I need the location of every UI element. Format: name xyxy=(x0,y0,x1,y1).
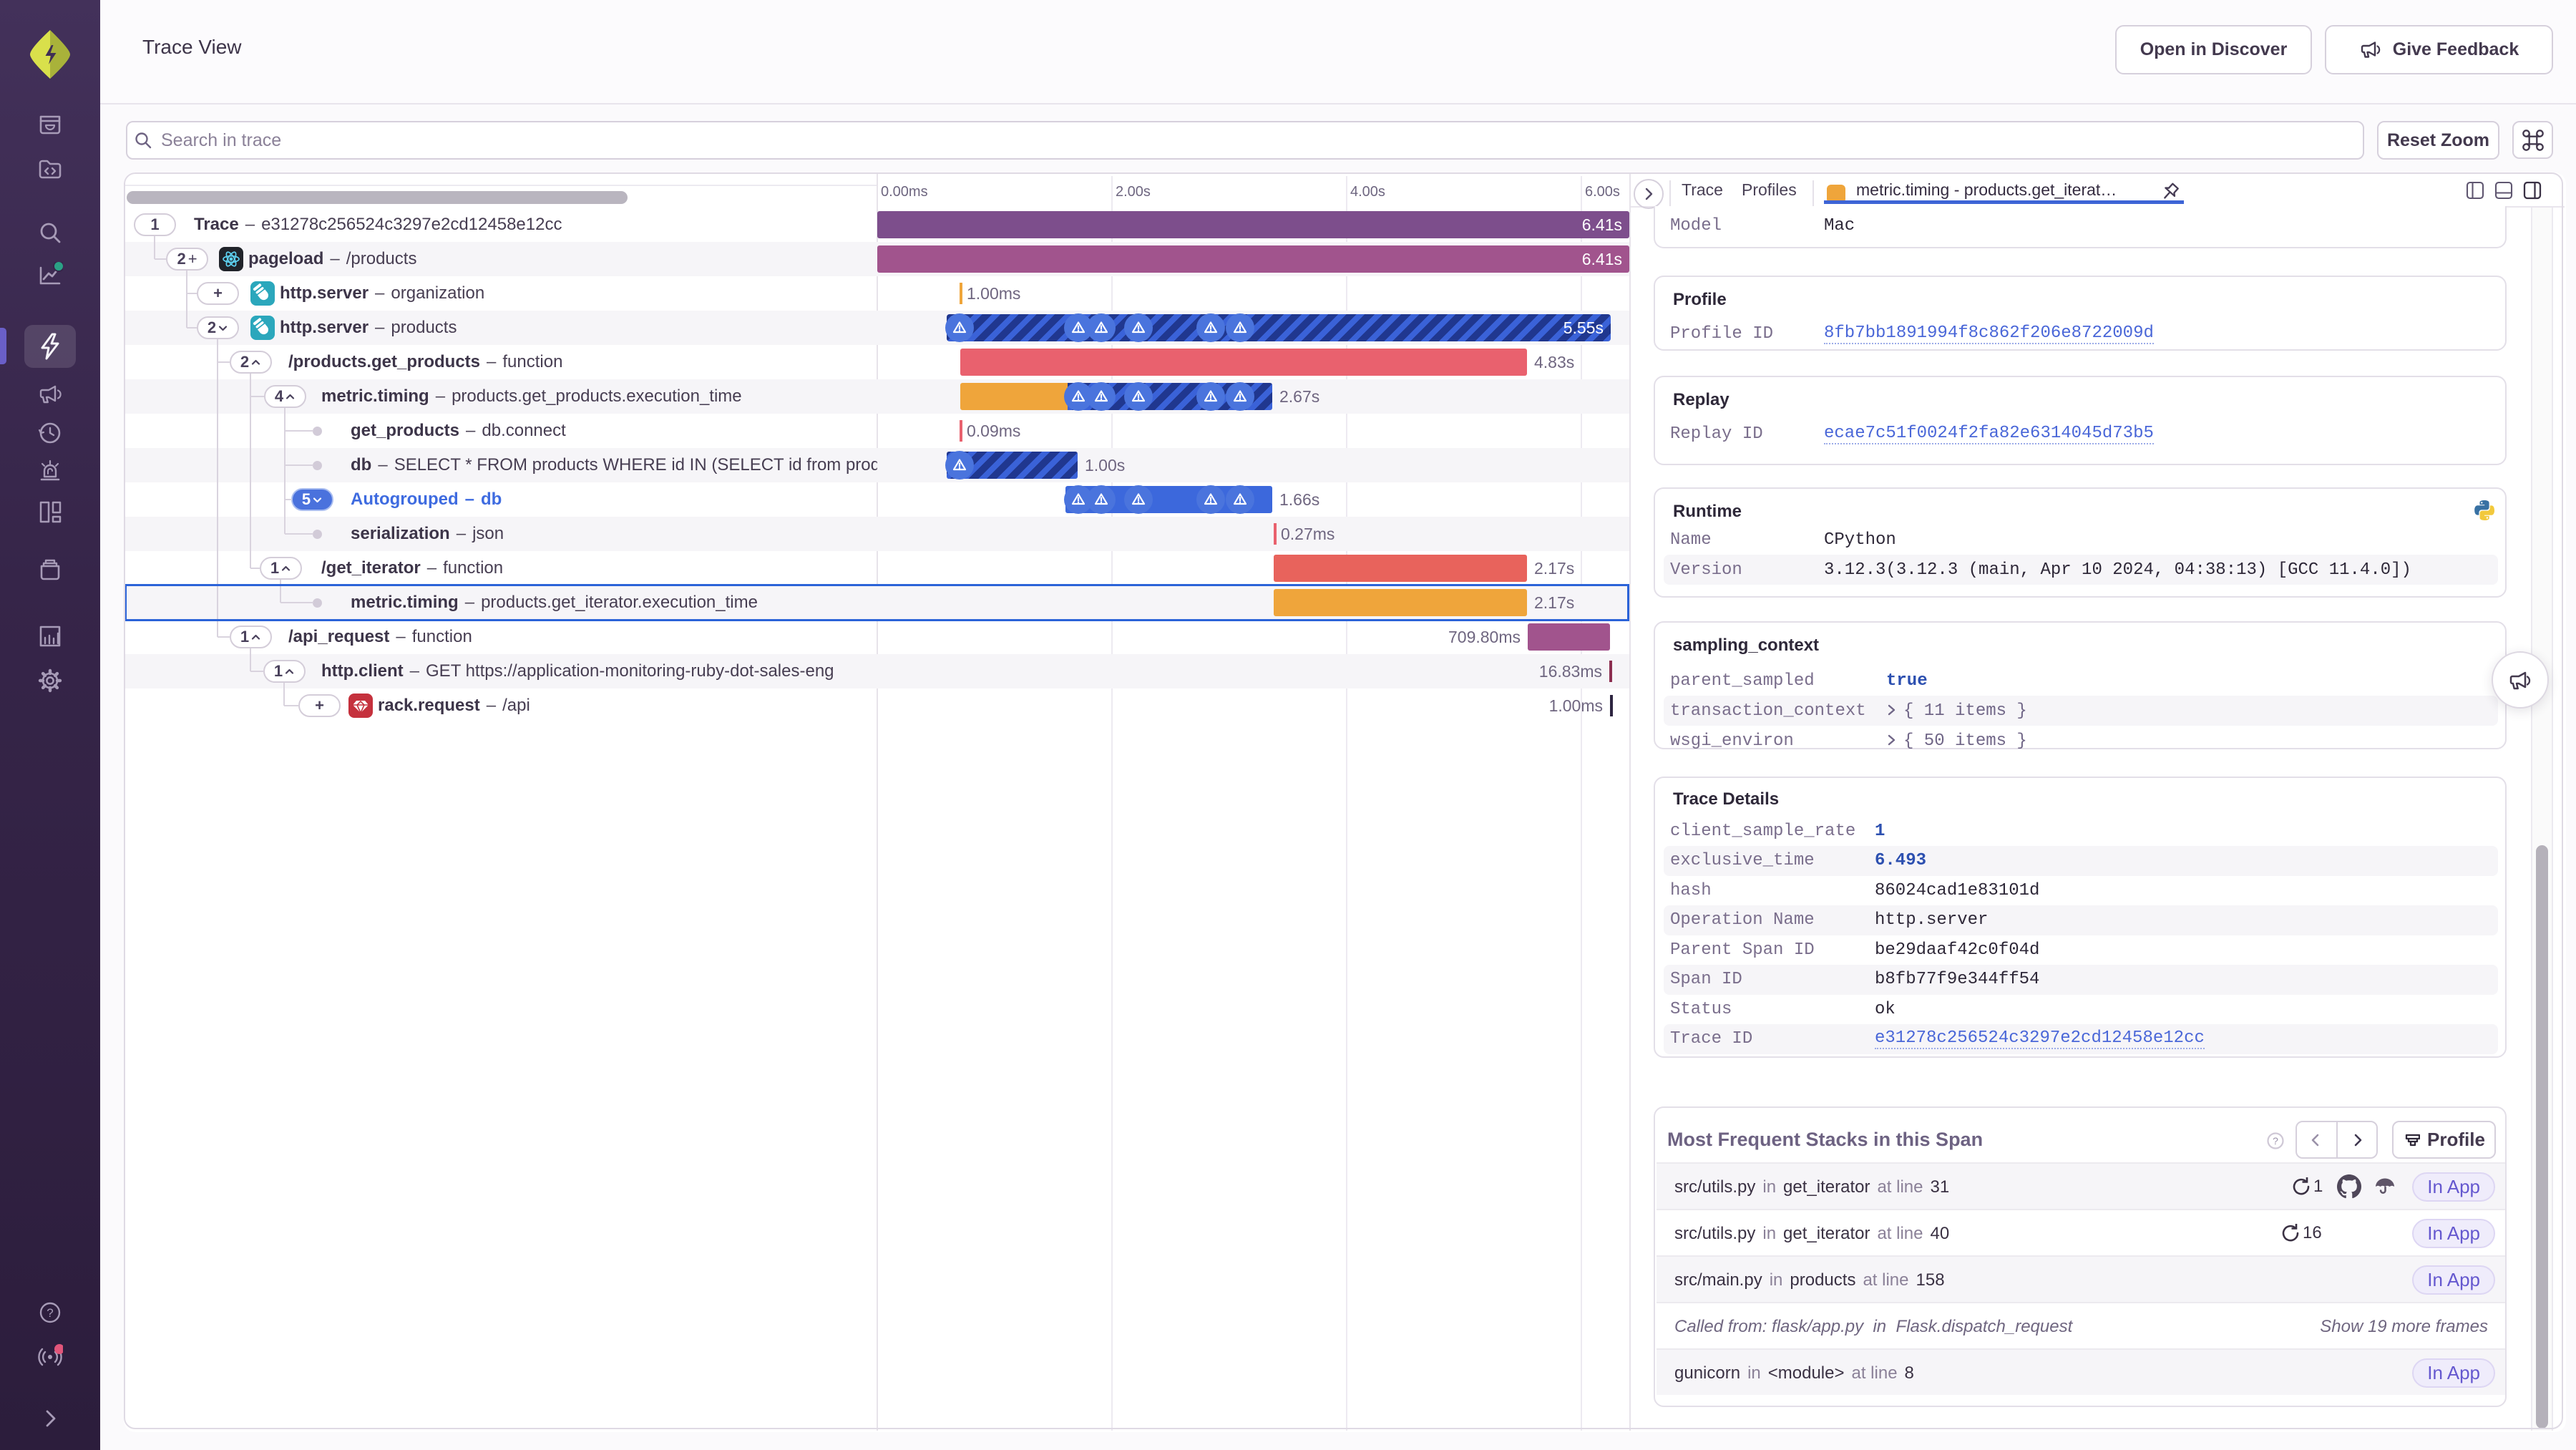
svg-text:?: ? xyxy=(47,1306,53,1320)
svg-text:?: ? xyxy=(2273,1135,2278,1147)
